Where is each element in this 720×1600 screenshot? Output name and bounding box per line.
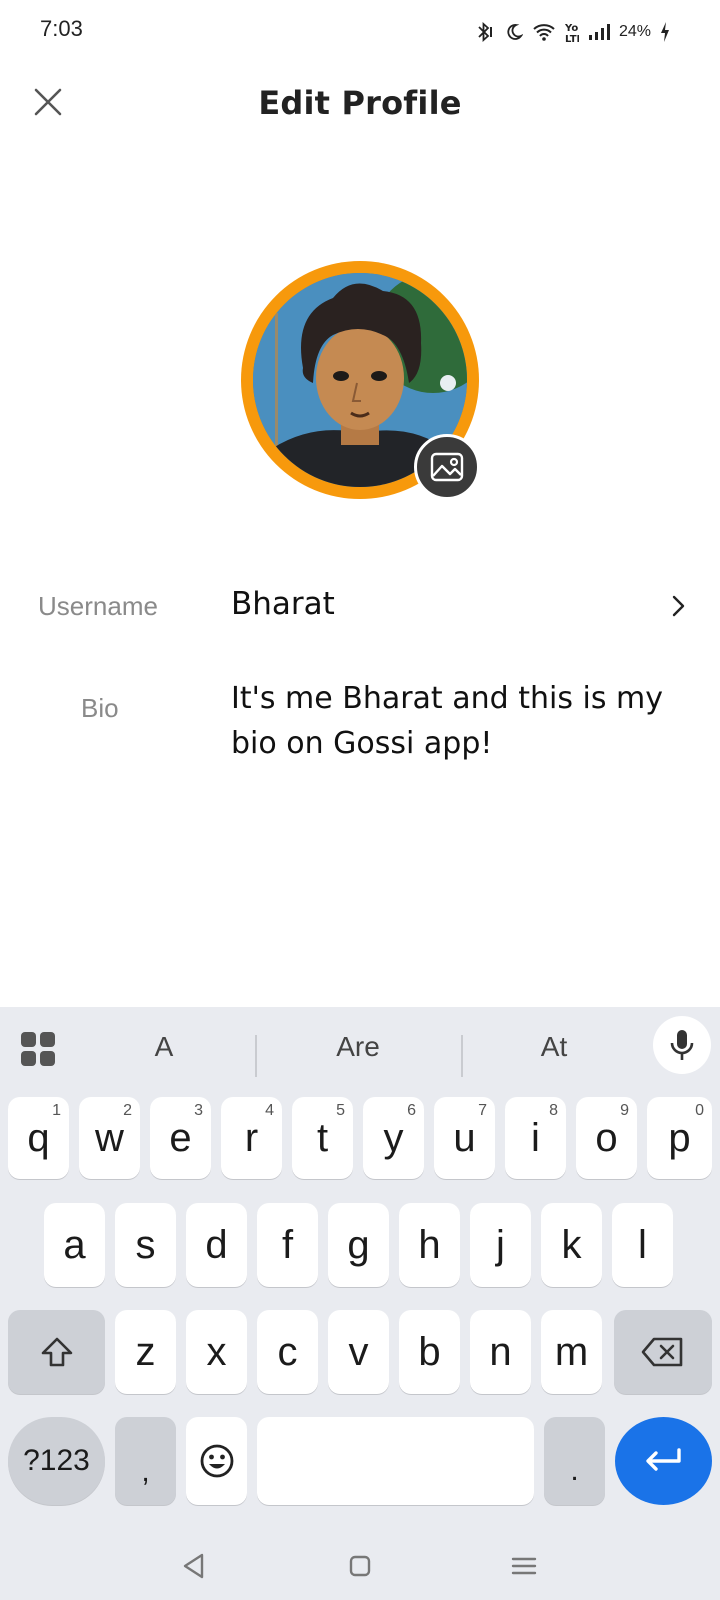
- back-icon: [183, 1553, 204, 1579]
- moon-icon: [505, 23, 523, 41]
- key-y[interactable]: y6: [363, 1097, 424, 1179]
- key-j[interactable]: j: [470, 1203, 531, 1287]
- key-r[interactable]: r4: [221, 1097, 282, 1179]
- navigation-bar: [0, 1530, 720, 1600]
- key-h[interactable]: h: [399, 1203, 460, 1287]
- key-w[interactable]: w2: [79, 1097, 140, 1179]
- username-label: Username: [38, 591, 158, 621]
- key-z[interactable]: z: [115, 1310, 176, 1394]
- key-x[interactable]: x: [186, 1310, 247, 1394]
- emoji-key[interactable]: [186, 1417, 247, 1505]
- status-bar: 7:03 YoLTE 24%: [0, 0, 720, 62]
- svg-text:Yo: Yo: [565, 23, 578, 34]
- key-e[interactable]: e3: [150, 1097, 211, 1179]
- enter-icon: [645, 1448, 681, 1471]
- backspace-icon: [641, 1337, 683, 1367]
- suggestion-bar: A Are At: [0, 1007, 720, 1091]
- key-m[interactable]: m: [541, 1310, 602, 1394]
- chevron-right-icon: [672, 595, 685, 617]
- symbols-key[interactable]: ?123: [8, 1417, 105, 1505]
- recents-button[interactable]: [508, 1550, 540, 1582]
- enter-key[interactable]: [615, 1417, 712, 1505]
- key-o[interactable]: o9: [576, 1097, 637, 1179]
- key-c[interactable]: c: [257, 1310, 318, 1394]
- svg-text:LTE: LTE: [565, 34, 579, 43]
- bluetooth-icon: [474, 21, 496, 43]
- key-q[interactable]: q1: [8, 1097, 69, 1179]
- key-u[interactable]: u7: [434, 1097, 495, 1179]
- key-v[interactable]: v: [328, 1310, 389, 1394]
- suggestion-2[interactable]: Are: [298, 1031, 418, 1067]
- period-key[interactable]: .: [544, 1417, 605, 1505]
- status-time: 7:03: [40, 16, 83, 41]
- menu-icon: [511, 1557, 537, 1575]
- shift-icon: [41, 1337, 72, 1367]
- shift-key[interactable]: [8, 1310, 105, 1394]
- key-i[interactable]: i8: [505, 1097, 566, 1179]
- key-s[interactable]: s: [115, 1203, 176, 1287]
- charging-icon: [660, 22, 670, 42]
- home-icon: [349, 1555, 371, 1577]
- signal-icon: [588, 23, 610, 41]
- key-n[interactable]: n: [470, 1310, 531, 1394]
- key-l[interactable]: l: [612, 1203, 673, 1287]
- profile-photo[interactable]: [241, 261, 480, 500]
- page-title: Edit Profile: [258, 84, 462, 122]
- suggestion-3[interactable]: At: [494, 1031, 614, 1067]
- comma-key[interactable]: ,: [115, 1417, 176, 1505]
- username-edit-button[interactable]: [664, 592, 692, 620]
- status-icons: YoLTE 24%: [474, 18, 670, 46]
- key-g[interactable]: g: [328, 1203, 389, 1287]
- image-icon: [430, 452, 464, 482]
- wifi-icon: [532, 22, 556, 42]
- home-button[interactable]: [344, 1550, 376, 1582]
- change-photo-button[interactable]: [414, 434, 480, 500]
- back-button[interactable]: [178, 1550, 210, 1582]
- emoji-icon: [200, 1444, 233, 1478]
- bio-label: Bio: [81, 693, 119, 723]
- keyboard: A Are At q1 w2 e3 r4 t5 y6 u7 i8 o9 p0 a…: [0, 1007, 720, 1600]
- volte-icon: YoLTE: [565, 21, 579, 43]
- key-a[interactable]: a: [44, 1203, 105, 1287]
- battery-percent: 24%: [618, 23, 651, 40]
- key-p[interactable]: p0: [647, 1097, 712, 1179]
- voice-input-button[interactable]: [653, 1016, 711, 1074]
- microphone-icon: [670, 1030, 694, 1060]
- key-b[interactable]: b: [399, 1310, 460, 1394]
- key-d[interactable]: d: [186, 1203, 247, 1287]
- key-t[interactable]: t5: [292, 1097, 353, 1179]
- bio-field[interactable]: It's me Bharat and this is my bio on Gos…: [231, 676, 671, 766]
- suggestion-divider: [461, 1035, 463, 1077]
- username-field[interactable]: Bharat: [231, 586, 335, 622]
- suggestion-1[interactable]: A: [104, 1031, 224, 1067]
- key-k[interactable]: k: [541, 1203, 602, 1287]
- backspace-key[interactable]: [614, 1310, 712, 1394]
- suggestion-divider: [255, 1035, 257, 1077]
- space-key[interactable]: [257, 1417, 534, 1505]
- keyboard-menu-icon[interactable]: [20, 1031, 56, 1067]
- key-f[interactable]: f: [257, 1203, 318, 1287]
